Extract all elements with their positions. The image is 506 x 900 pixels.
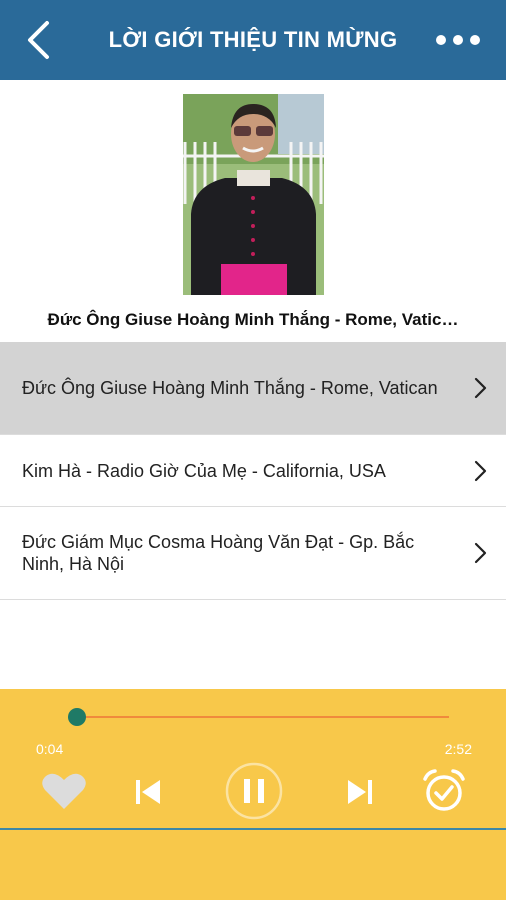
- total-time: 2:52: [444, 741, 472, 757]
- chevron-right-icon: [474, 460, 487, 481]
- list-item[interactable]: Đức Ông Giuse Hoàng Minh Thắng - Rome, V…: [0, 342, 506, 435]
- list-item-label: Đức Ông Giuse Hoàng Minh Thắng - Rome, V…: [22, 378, 438, 398]
- track-list: Đức Ông Giuse Hoàng Minh Thắng - Rome, V…: [0, 342, 506, 600]
- player-divider: [0, 828, 506, 830]
- list-item[interactable]: Kim Hà - Radio Giờ Của Mẹ - California, …: [0, 435, 506, 507]
- pause-icon: [225, 762, 283, 820]
- more-horizontal-icon: [436, 35, 446, 45]
- favorite-button[interactable]: [40, 769, 88, 813]
- back-button[interactable]: [18, 20, 58, 60]
- elapsed-time: 0:04: [36, 741, 64, 757]
- chevron-left-icon: [28, 21, 49, 59]
- list-item-label: Đức Giám Mục Cosma Hoàng Văn Đạt - Gp. B…: [22, 532, 415, 574]
- chevron-right-icon: [474, 542, 487, 564]
- progress-knob[interactable]: [67, 708, 86, 726]
- next-button[interactable]: [342, 775, 378, 809]
- more-horizontal-icon-dot: [453, 35, 463, 45]
- alarm-clock-icon: [423, 769, 465, 811]
- track-hero: Đức Ông Giuse Hoàng Minh Thắng - Rome, V…: [0, 80, 506, 342]
- list-item-label: Kim Hà - Radio Giờ Của Mẹ - California, …: [22, 460, 386, 481]
- skip-next-icon: [348, 780, 372, 804]
- previous-button[interactable]: [130, 775, 166, 809]
- skip-previous-icon: [136, 780, 160, 804]
- play-pause-button[interactable]: [224, 761, 284, 821]
- page-title: LỜI GIỚI THIỆU TIN MỪNG: [108, 27, 398, 52]
- audio-player: 0:04 2:52: [0, 689, 506, 900]
- list-item[interactable]: Đức Giám Mục Cosma Hoàng Văn Đạt - Gp. B…: [0, 507, 506, 600]
- progress-bar[interactable]: [68, 716, 449, 718]
- now-playing-title: Đức Ông Giuse Hoàng Minh Thắng - Rome, V…: [47, 310, 459, 329]
- more-horizontal-icon-dot: [470, 35, 480, 45]
- chevron-right-icon: [474, 377, 487, 399]
- speaker-photo: [183, 94, 324, 295]
- alarm-button[interactable]: [420, 767, 468, 815]
- heart-icon: [42, 773, 86, 809]
- app-header: LỜI GIỚI THIỆU TIN MỪNG: [0, 0, 506, 80]
- more-options-button[interactable]: [436, 26, 480, 54]
